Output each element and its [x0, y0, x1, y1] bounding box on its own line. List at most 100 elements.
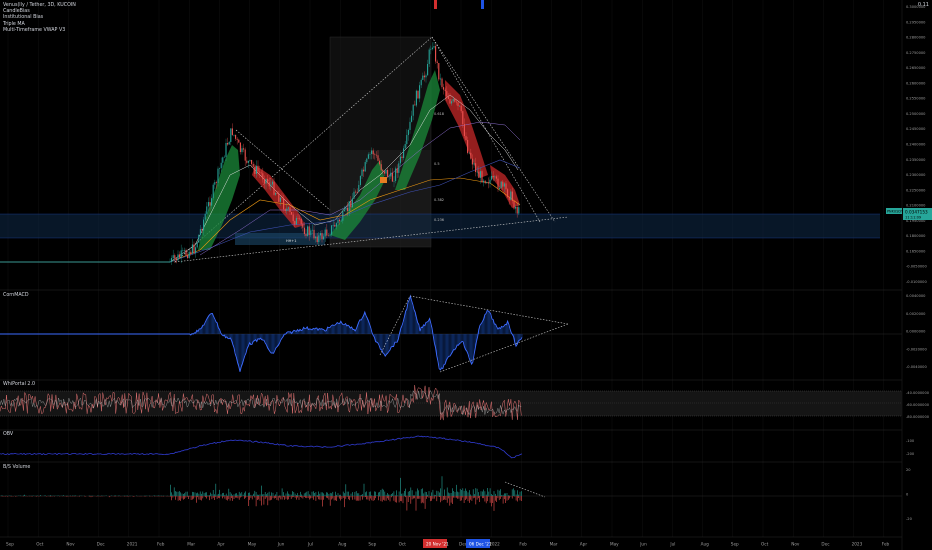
candle-body — [299, 218, 301, 220]
candle-body — [323, 236, 325, 240]
candle-body — [321, 233, 323, 240]
candle-body — [427, 63, 429, 76]
candle-body — [257, 165, 259, 172]
candle-body — [470, 152, 472, 159]
indicator-4[interactable]: Multi-Timeframe VWAP V3 — [3, 28, 76, 34]
candle-body — [324, 229, 326, 237]
rsi-axis[interactable]: -40.0000000 -60.0000000 -80.0000000 — [906, 391, 930, 419]
candle-body — [459, 105, 461, 107]
price-axis-label: 0.2300000 — [906, 173, 926, 177]
candle-body — [355, 191, 357, 193]
candle-body — [247, 160, 249, 163]
volume-trendline[interactable] — [504, 481, 546, 498]
candle-body — [347, 207, 349, 211]
chart-legend[interactable]: Venus(lly / Tether, 3D, KUCOIN CandleBia… — [3, 3, 76, 34]
obv-pane[interactable] — [0, 435, 523, 459]
candle-body — [382, 169, 384, 172]
candle-body — [391, 172, 393, 182]
candle-body — [188, 251, 190, 258]
candle-body — [487, 182, 489, 184]
candle-body — [307, 226, 309, 236]
macd-pane[interactable] — [0, 294, 902, 373]
time-axis-label: Jun — [639, 542, 647, 547]
candle-body — [479, 171, 481, 178]
hh-box — [235, 233, 325, 245]
rsi-pane[interactable] — [0, 384, 902, 421]
candle-body — [431, 47, 433, 50]
price-axis[interactable]: 0.30000000.29500000.28000000.27500000.26… — [906, 5, 927, 284]
candle-body — [420, 79, 422, 86]
trendline-down-1[interactable] — [431, 36, 556, 223]
candle-body — [196, 242, 198, 248]
time-highlight-1: 20 Nov '21 — [426, 542, 449, 547]
candle-body — [175, 258, 177, 261]
candle-body — [486, 182, 488, 184]
candle-body — [491, 175, 493, 180]
candle-body — [180, 250, 182, 258]
top-right-price: 0.11 — [917, 2, 929, 8]
rsi-axis-label: -60.0000000 — [906, 403, 930, 407]
candle-body — [447, 96, 449, 100]
price-axis-label: 0.2100000 — [906, 204, 926, 208]
macd-pane-title[interactable]: CornMACD — [3, 293, 29, 298]
candle-body — [348, 201, 350, 211]
macd-axis[interactable]: 0.0040000 0.0020000 0.0000000 -0.0020000 -0.… — [906, 294, 927, 369]
obv-axis-label: -200 — [906, 452, 915, 456]
symbol-tag: PNKUSDT — [887, 210, 904, 214]
event-marker-blue — [481, 0, 484, 9]
candle-body — [241, 148, 243, 153]
candle-body — [276, 193, 278, 194]
volume-axis-label: -20 — [906, 517, 913, 521]
candle-body — [436, 61, 438, 63]
price-axis-label: 0.1800000 — [906, 234, 926, 238]
candle-body — [222, 157, 224, 163]
candle-body — [303, 227, 305, 235]
candle-body — [236, 138, 238, 140]
volume-axis[interactable]: 20 0 -20 — [906, 468, 913, 521]
candle-body — [446, 91, 448, 97]
obv-axis[interactable]: -100 -200 — [906, 439, 915, 456]
fib-label-2: 0.5 — [434, 162, 440, 166]
candle-body — [343, 209, 345, 212]
candle-body — [356, 191, 358, 193]
volume-pane[interactable] — [0, 476, 902, 511]
candle-body — [238, 139, 240, 143]
candle-body — [513, 201, 515, 209]
candle-body — [438, 62, 440, 80]
candle-body — [358, 184, 360, 192]
last-price-tag: 0.0347153 — [905, 210, 928, 215]
candle-body — [454, 98, 456, 102]
volume-pane-title[interactable]: B/S Volume — [3, 465, 30, 470]
candle-body — [302, 224, 304, 228]
candle-body — [471, 158, 473, 165]
candle-body — [495, 176, 497, 179]
candle-body — [187, 255, 189, 258]
candle-body — [345, 207, 347, 210]
time-axis-label: 2021 — [127, 542, 138, 547]
candle-body — [475, 163, 477, 173]
candle-body — [235, 134, 237, 139]
price-axis-label: 0.2650000 — [906, 66, 926, 70]
volume-axis-label: 20 — [906, 468, 911, 472]
rsi-pane-title[interactable]: WhiPortal 2.0 — [3, 382, 35, 387]
time-axis-label: Nov — [791, 542, 800, 547]
candle-body — [329, 234, 331, 236]
candle-body — [374, 154, 376, 155]
time-axis-label: Mar — [187, 542, 195, 547]
time-axis-label: Jul — [669, 542, 675, 547]
candle-body — [499, 187, 501, 189]
obv-axis-label: -100 — [906, 439, 915, 443]
candle-body — [473, 163, 475, 165]
candle-body — [233, 134, 235, 136]
main-price-pane[interactable]: 0.618 0.5 0.382 0.236 HH+1 — [0, 0, 880, 265]
candle-body — [340, 220, 342, 222]
macd-trendline-1[interactable] — [409, 295, 569, 325]
candle-body — [179, 254, 181, 258]
candle-body — [404, 144, 406, 149]
candle-body — [201, 229, 203, 231]
candle-body — [367, 154, 369, 159]
candle-body — [214, 182, 216, 185]
obv-pane-title[interactable]: OBV — [3, 432, 13, 437]
chart-canvas[interactable]: 0.618 0.5 0.382 0.236 HH+1 0.30000000.29… — [0, 0, 932, 550]
candle-body — [268, 182, 270, 187]
